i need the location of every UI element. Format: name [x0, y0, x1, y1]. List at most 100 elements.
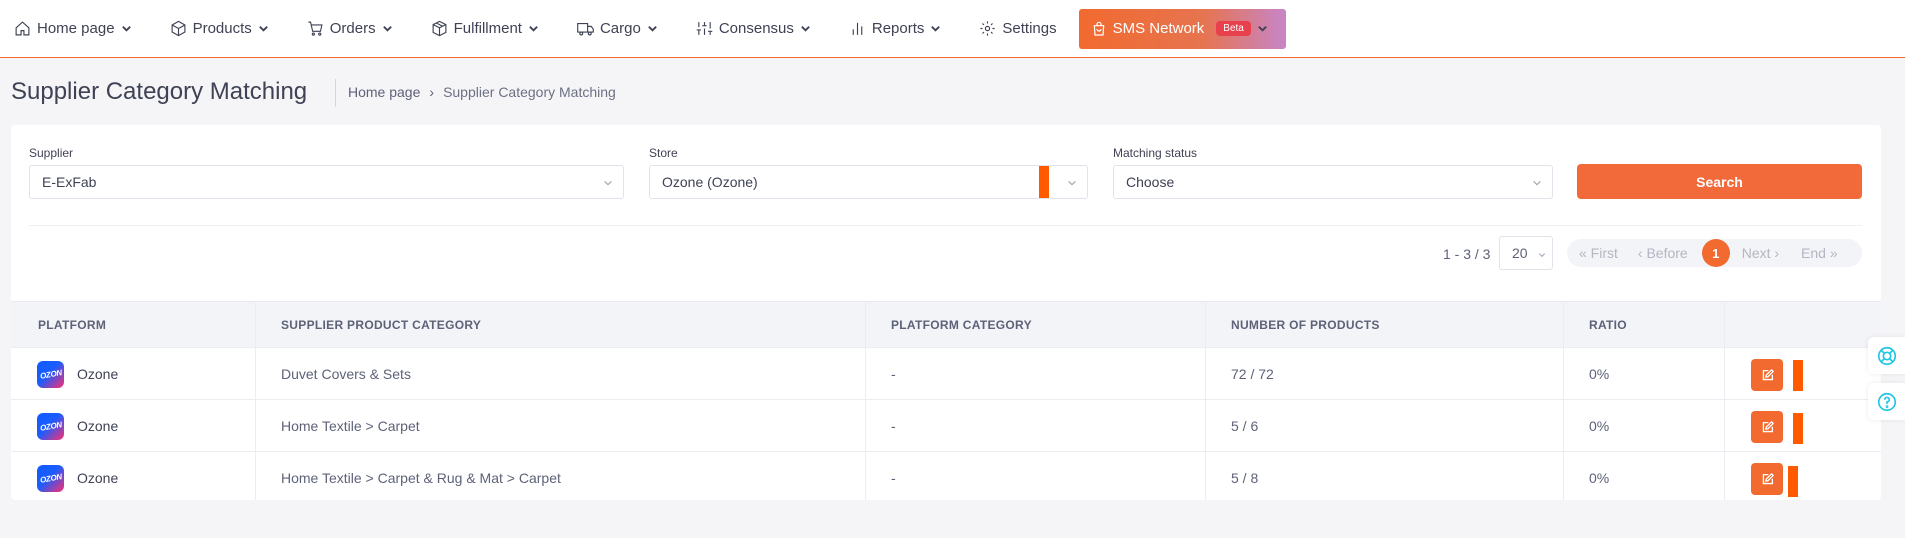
- ratio: 0%: [1589, 470, 1610, 486]
- edit-icon: [1762, 420, 1774, 432]
- pagination-next[interactable]: Next ›: [1742, 245, 1779, 261]
- pagination-first[interactable]: « First: [1579, 245, 1618, 261]
- column-divider: [1724, 301, 1725, 500]
- edit-button[interactable]: [1751, 411, 1783, 443]
- gear-icon: [980, 21, 995, 36]
- row-marker: [1793, 413, 1803, 444]
- chevron-down-icon: [1533, 180, 1541, 186]
- chevron-down-icon: [931, 26, 941, 32]
- pagination-end[interactable]: End »: [1801, 245, 1838, 261]
- ozone-logo: OZON: [37, 361, 64, 388]
- ratio: 0%: [1589, 418, 1610, 434]
- nav-sms-label: SMS Network: [1112, 20, 1205, 37]
- store-value: Ozone (Ozone): [662, 174, 758, 190]
- matching-status-value: Choose: [1126, 174, 1175, 190]
- page-size-value: 20: [1512, 245, 1528, 261]
- chevron-down-icon: [529, 26, 538, 32]
- column-divider: [1563, 301, 1564, 500]
- number-of-products: 72 / 72: [1231, 366, 1274, 382]
- table-row: OZON Ozone Home Textile > Carpet - 5 / 6…: [11, 399, 1881, 451]
- shopping-bag-icon: [1093, 21, 1104, 36]
- edit-icon: [1762, 472, 1774, 484]
- store-label: Store: [649, 146, 678, 160]
- bar-chart-icon: [852, 22, 863, 35]
- chevron-down-icon: [801, 26, 810, 32]
- platform-category: -: [891, 366, 896, 382]
- matching-status-label: Matching status: [1113, 146, 1198, 160]
- chevron-down-icon: [382, 26, 392, 32]
- package-icon: [432, 20, 447, 37]
- page-title: Supplier Category Matching: [11, 78, 308, 105]
- store-select[interactable]: Ozone (Ozone): [649, 165, 1088, 199]
- platform-name: Ozone: [77, 418, 119, 434]
- nav-fulfillment[interactable]: Fulfillment: [431, 0, 539, 58]
- chevron-down-icon: [121, 26, 131, 32]
- nav-sms-network[interactable]: SMS Network Beta: [1078, 8, 1286, 49]
- filter-divider: [29, 225, 1862, 226]
- table-header: PLATFORM SUPPLIER PRODUCT CATEGORY PLATF…: [11, 301, 1881, 347]
- store-marker: [1039, 166, 1049, 198]
- table-row: OZON Ozone Home Textile > Carpet & Rug &…: [11, 451, 1881, 503]
- sliders-icon: [696, 22, 713, 35]
- nav-home[interactable]: Home page: [14, 0, 132, 58]
- column-number-of-products: NUMBER OF PRODUCTS: [1231, 318, 1380, 332]
- matching-card: Supplier E-ExFab Store Ozone (Ozone) Mat…: [11, 125, 1881, 500]
- chevron-down-icon: [1258, 26, 1267, 32]
- matching-status-select[interactable]: Choose: [1113, 165, 1553, 199]
- title-divider: [335, 79, 336, 107]
- nav-cargo[interactable]: Cargo: [577, 0, 658, 58]
- edit-button[interactable]: [1751, 359, 1783, 391]
- supplier-category: Home Textile > Carpet: [281, 418, 420, 434]
- breadcrumb: Home page › Supplier Category Matching: [348, 84, 616, 100]
- supplier-value: E-ExFab: [42, 174, 97, 190]
- number-of-products: 5 / 8: [1231, 470, 1259, 486]
- breadcrumb-separator: ›: [429, 84, 435, 100]
- nav-settings[interactable]: Settings: [979, 0, 1057, 58]
- breadcrumb-current: Supplier Category Matching: [443, 84, 616, 100]
- nav-cargo-label: Cargo: [599, 20, 641, 37]
- nav-consensus[interactable]: Consensus: [696, 0, 811, 58]
- nav-reports[interactable]: Reports: [849, 0, 942, 58]
- box-icon: [171, 20, 186, 37]
- truck-icon: [577, 22, 594, 36]
- breadcrumb-home-link[interactable]: Home page: [348, 84, 420, 100]
- column-supplier-category: SUPPLIER PRODUCT CATEGORY: [281, 318, 482, 332]
- supplier-label: Supplier: [29, 146, 74, 160]
- supplier-select[interactable]: E-ExFab: [29, 165, 624, 199]
- search-button[interactable]: Search: [1577, 164, 1862, 199]
- page-size-select[interactable]: 20: [1499, 236, 1553, 270]
- column-divider: [865, 301, 866, 500]
- edit-button[interactable]: [1751, 463, 1783, 495]
- row-marker: [1788, 466, 1798, 497]
- nav-settings-label: Settings: [1002, 20, 1057, 37]
- pagination-current-page[interactable]: 1: [1701, 239, 1730, 267]
- pagination-before[interactable]: ‹ Before: [1638, 245, 1688, 261]
- table-row: OZON Ozone Duvet Covers & Sets - 72 / 72…: [11, 347, 1881, 399]
- ozone-logo: OZON: [37, 413, 64, 440]
- nav-orders-label: Orders: [329, 20, 376, 37]
- ozone-logo: OZON: [37, 465, 64, 492]
- chevron-down-icon: [1068, 180, 1076, 186]
- nav-reports-label: Reports: [871, 20, 925, 37]
- top-navbar: Home page Products Orders Fulfillment Ca…: [0, 0, 1905, 58]
- platform-name: Ozone: [77, 470, 119, 486]
- home-icon: [15, 21, 30, 36]
- nav-fulfillment-label: Fulfillment: [453, 20, 522, 37]
- column-ratio: RATIO: [1589, 318, 1627, 332]
- cart-icon: [308, 21, 323, 36]
- chevron-down-icon: [648, 26, 657, 32]
- result-range: 1 - 3 / 3: [1443, 246, 1491, 262]
- help-button[interactable]: [1868, 383, 1905, 420]
- nav-orders[interactable]: Orders: [307, 0, 393, 58]
- chevron-down-icon: [604, 180, 612, 186]
- row-marker: [1793, 360, 1803, 391]
- number-of-products: 5 / 6: [1231, 418, 1259, 434]
- column-divider: [255, 301, 256, 500]
- chevron-down-icon: [1538, 253, 1546, 258]
- nav-products[interactable]: Products: [170, 0, 269, 58]
- nav-consensus-label: Consensus: [718, 20, 794, 37]
- support-button[interactable]: [1868, 337, 1905, 374]
- platform-category: -: [891, 470, 896, 486]
- lifebuoy-icon: [1877, 346, 1896, 365]
- nav-products-label: Products: [192, 20, 252, 37]
